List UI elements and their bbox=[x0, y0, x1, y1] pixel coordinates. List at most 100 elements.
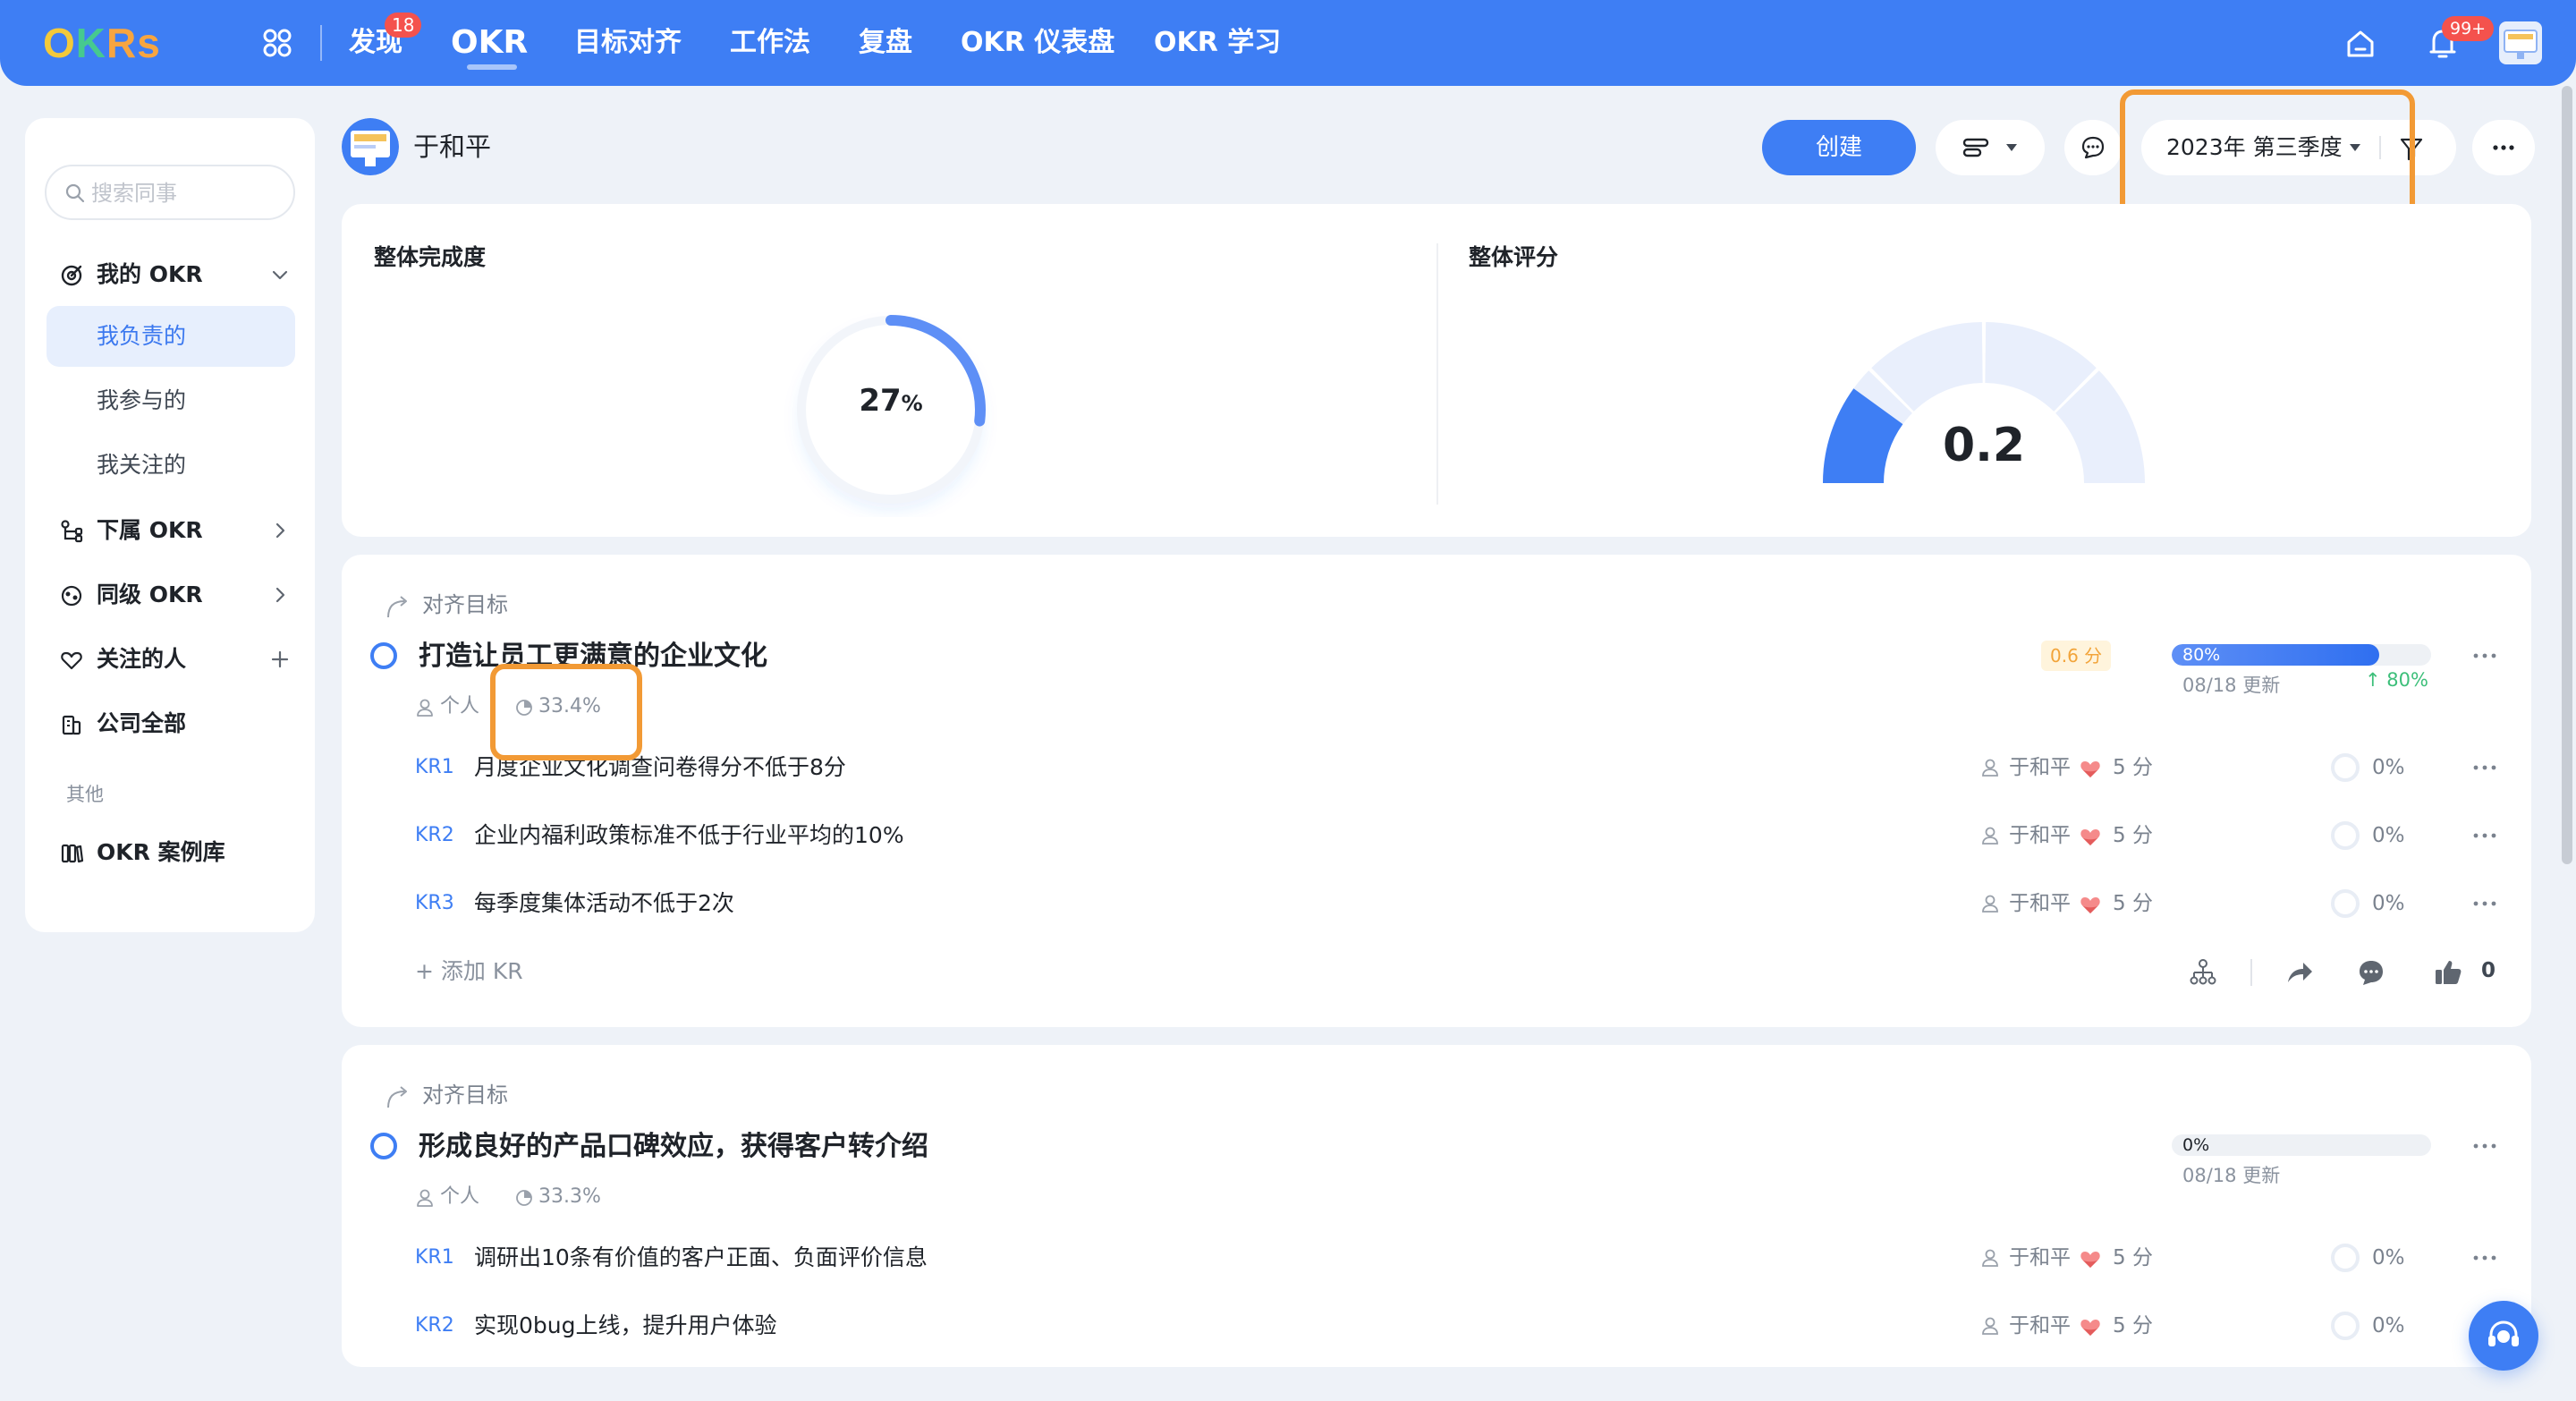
page-scrollbar[interactable] bbox=[2562, 86, 2572, 864]
kr-code: KR1 bbox=[415, 1246, 454, 1269]
kr-title[interactable]: 月度企业文化调查问卷得分不低于8分 bbox=[474, 741, 846, 794]
chat-bubble-icon bbox=[2081, 136, 2105, 159]
avatar[interactable] bbox=[2499, 21, 2542, 64]
kr-row: KR3 每季度集体活动不低于2次 于和平 5 分 0% bbox=[342, 877, 2531, 930]
objective-status-toggle[interactable] bbox=[370, 642, 397, 669]
share-icon[interactable] bbox=[2284, 957, 2315, 988]
summary-divider bbox=[1436, 243, 1438, 505]
kr-progress-ring[interactable] bbox=[2329, 887, 2361, 920]
chevron-right-icon[interactable] bbox=[270, 521, 290, 540]
help-support-button[interactable] bbox=[2469, 1301, 2538, 1371]
objective-status-toggle[interactable] bbox=[370, 1133, 397, 1159]
kr-progress-ring[interactable] bbox=[2329, 819, 2361, 852]
kr-title[interactable]: 企业内福利政策标准不低于行业平均的10% bbox=[474, 809, 904, 862]
plus-icon[interactable] bbox=[270, 650, 290, 669]
period-select[interactable]: 2023年 第三季度 bbox=[2141, 120, 2395, 175]
kr-title[interactable]: 调研出10条有价值的客户正面、负面评价信息 bbox=[474, 1231, 928, 1285]
alignment-tree-icon[interactable] bbox=[2188, 957, 2218, 988]
objective-more-button[interactable] bbox=[2465, 1133, 2504, 1159]
person-icon bbox=[1982, 1317, 1998, 1335]
kr-more-button[interactable] bbox=[2465, 822, 2504, 849]
nav-divider bbox=[320, 25, 322, 61]
user-avatar[interactable] bbox=[342, 118, 399, 175]
kr-row: KR2 企业内福利政策标准不低于行业平均的10% 于和平 5 分 0% bbox=[342, 809, 2531, 862]
library-icon bbox=[61, 844, 84, 863]
sidebar-group-label: 下属 OKR bbox=[97, 517, 203, 543]
headset-icon bbox=[2488, 1320, 2519, 1346]
chevron-down-icon[interactable] bbox=[270, 265, 290, 284]
heart-icon bbox=[61, 651, 82, 670]
kr-title[interactable]: 每季度集体活动不低于2次 bbox=[474, 877, 734, 930]
sidebar-group-okr-library[interactable]: OKR 案例库 bbox=[45, 827, 295, 879]
kr-more-button[interactable] bbox=[2465, 754, 2504, 781]
sidebar-item-responsible[interactable]: 我负责的 bbox=[47, 306, 295, 367]
progress-value: 80% bbox=[2182, 645, 2221, 665]
sidebar-group-company-all[interactable]: 公司全部 bbox=[45, 698, 295, 750]
completion-unit: % bbox=[901, 391, 923, 416]
period-select-value: 2023年 第三季度 bbox=[2166, 134, 2343, 160]
nav-alignment[interactable]: 目标对齐 bbox=[574, 23, 682, 63]
home-icon[interactable] bbox=[2343, 27, 2377, 61]
sidebar-group-followed-people[interactable]: 关注的人 bbox=[45, 633, 295, 685]
sidebar-item-followed[interactable]: 我关注的 bbox=[47, 435, 295, 496]
kr-progress-ring[interactable] bbox=[2329, 1310, 2361, 1342]
objective-weight[interactable]: 33.3% bbox=[538, 1181, 601, 1213]
objective-more-button[interactable] bbox=[2465, 642, 2504, 669]
objective-progress-bar[interactable]: 80% bbox=[2172, 644, 2431, 666]
objective-title[interactable]: 打造让员工更满意的企业文化 bbox=[419, 633, 767, 673]
confidence-heart-icon bbox=[2080, 761, 2100, 777]
confidence-heart-icon bbox=[2080, 1320, 2100, 1336]
progress-updated-time: 08/18 更新 bbox=[2182, 1165, 2281, 1186]
kr-owner-name: 于和平 bbox=[2009, 892, 2071, 915]
peer-icon bbox=[61, 585, 82, 607]
objective-title[interactable]: 形成良好的产品口碑效应，获得客户转介绍 bbox=[419, 1124, 928, 1163]
objective-weight[interactable]: 33.4% bbox=[538, 691, 601, 723]
sidebar-section-other: 其他 bbox=[66, 784, 104, 805]
search-box[interactable] bbox=[45, 165, 295, 220]
nav-review[interactable]: 复盘 bbox=[859, 23, 912, 63]
kr-more-button[interactable] bbox=[2465, 1244, 2504, 1271]
nav-active-indicator bbox=[467, 64, 517, 70]
chevron-right-icon[interactable] bbox=[270, 585, 290, 605]
thumbs-up-icon[interactable] bbox=[2433, 957, 2463, 988]
sidebar-group-my-okr[interactable]: 我的 OKR bbox=[45, 249, 295, 301]
kr-progress-ring[interactable] bbox=[2329, 1242, 2361, 1274]
caret-down-icon bbox=[2006, 144, 2017, 151]
kr-confidence-value: 5 分 bbox=[2113, 756, 2153, 779]
nav-methods[interactable]: 工作法 bbox=[730, 23, 810, 63]
progress-value: 0% bbox=[2182, 1135, 2210, 1155]
objective-progress-bar[interactable]: 0% bbox=[2172, 1134, 2431, 1156]
kr-row: KR1 调研出10条有价值的客户正面、负面评价信息 于和平 5 分 0% bbox=[342, 1231, 2531, 1285]
more-options-button[interactable] bbox=[2472, 120, 2535, 175]
kr-progress-value: 0% bbox=[2372, 1246, 2405, 1269]
nav-learning[interactable]: OKR 学习 bbox=[1154, 23, 1281, 63]
filter-button[interactable] bbox=[2379, 120, 2456, 175]
nav-okr[interactable]: OKR bbox=[451, 20, 528, 61]
person-icon bbox=[1982, 827, 1998, 845]
page-title-user: 于和平 bbox=[413, 132, 492, 162]
kr-more-button[interactable] bbox=[2465, 890, 2504, 917]
objective-score-badge[interactable]: 0.6 分 bbox=[2041, 641, 2112, 671]
okrs-logo[interactable]: OKRs bbox=[43, 20, 161, 66]
create-button[interactable]: 创建 bbox=[1762, 120, 1916, 175]
discover-count-badge: 18 bbox=[385, 13, 422, 38]
comment-icon[interactable] bbox=[2356, 957, 2386, 988]
confidence-heart-icon bbox=[2080, 897, 2100, 913]
kr-progress-ring[interactable] bbox=[2329, 751, 2361, 784]
search-icon bbox=[65, 183, 85, 203]
sidebar-item-participated[interactable]: 我参与的 bbox=[47, 370, 295, 431]
apps-grid-icon[interactable] bbox=[261, 27, 293, 59]
more-dots-icon bbox=[2493, 145, 2514, 150]
view-mode-button[interactable] bbox=[1936, 120, 2045, 175]
kr-confidence-value: 5 分 bbox=[2113, 824, 2153, 847]
kr-code: KR2 bbox=[415, 1314, 454, 1337]
weight-icon bbox=[516, 700, 532, 716]
search-input[interactable] bbox=[91, 175, 279, 211]
sidebar-group-peer-okr[interactable]: 同级 OKR bbox=[45, 569, 295, 621]
comments-button[interactable] bbox=[2064, 120, 2122, 175]
sidebar-group-subordinate-okr[interactable]: 下属 OKR bbox=[45, 505, 295, 556]
nav-dashboard[interactable]: OKR 仪表盘 bbox=[961, 23, 1114, 63]
kr-title[interactable]: 实现0bug上线，提升用户体验 bbox=[474, 1299, 777, 1353]
filter-icon bbox=[2400, 138, 2423, 161]
objective-card: 对齐目标 形成良好的产品口碑效应，获得客户转介绍 个人 33.3% 0% 08/… bbox=[342, 1045, 2531, 1367]
